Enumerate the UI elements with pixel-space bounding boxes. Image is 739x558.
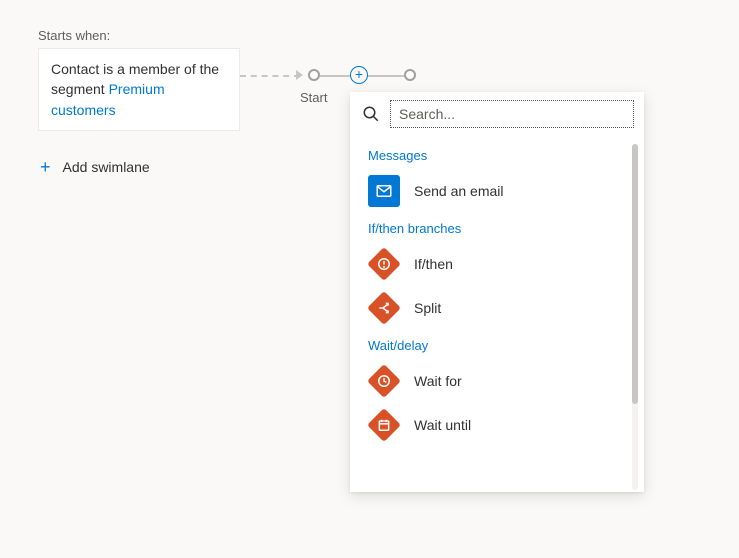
action-split[interactable]: Split <box>350 286 644 330</box>
add-swimlane-label: Add swimlane <box>63 159 150 175</box>
action-label: Split <box>414 300 441 316</box>
add-swimlane-button[interactable]: + Add swimlane <box>40 158 150 176</box>
action-if-then[interactable]: If/then <box>350 242 644 286</box>
arrowhead-icon <box>296 70 303 80</box>
search-input[interactable] <box>390 100 634 128</box>
if-then-icon <box>367 247 401 281</box>
plus-icon: + <box>40 158 51 176</box>
action-label: Wait until <box>414 417 471 433</box>
calendar-icon <box>367 408 401 442</box>
action-picker-popup: Messages Send an email If/then branches … <box>350 92 644 492</box>
segment-trigger-card[interactable]: Contact is a member of the segment Premi… <box>38 48 240 131</box>
start-node[interactable] <box>308 69 320 81</box>
starts-when-label: Starts when: <box>38 28 110 43</box>
action-wait-until[interactable]: Wait until <box>350 403 644 447</box>
action-label: Send an email <box>414 183 504 199</box>
scrollbar-thumb[interactable] <box>632 144 638 404</box>
clock-icon <box>367 364 401 398</box>
search-icon <box>360 105 382 123</box>
split-icon <box>367 291 401 325</box>
section-header-messages: Messages <box>350 140 644 169</box>
search-row <box>350 92 644 136</box>
connector-dashed <box>240 75 300 77</box>
scrollbar[interactable] <box>632 144 638 490</box>
action-label: Wait for <box>414 373 462 389</box>
section-header-wait: Wait/delay <box>350 330 644 359</box>
end-node[interactable] <box>404 69 416 81</box>
email-icon <box>368 175 400 207</box>
section-header-branches: If/then branches <box>350 213 644 242</box>
popup-body: Messages Send an email If/then branches … <box>350 136 644 492</box>
add-action-node[interactable]: + <box>350 66 368 84</box>
action-label: If/then <box>414 256 453 272</box>
start-node-label: Start <box>300 90 327 105</box>
action-send-email[interactable]: Send an email <box>350 169 644 213</box>
action-wait-for[interactable]: Wait for <box>350 359 644 403</box>
